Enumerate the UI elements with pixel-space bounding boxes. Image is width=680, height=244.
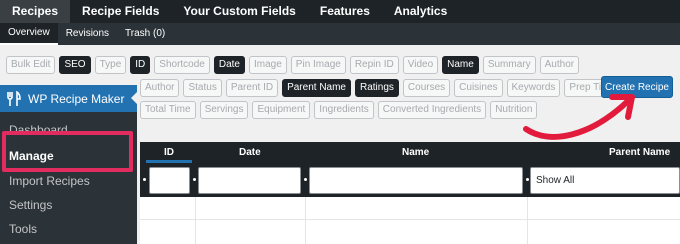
row-dot [143, 178, 146, 181]
column-divider [527, 197, 528, 244]
column-header-parent-name[interactable]: Parent Name [609, 142, 670, 164]
column-toggle-author[interactable]: Author [539, 56, 580, 74]
tab-recipe-fields[interactable]: Recipe Fields [70, 0, 171, 23]
column-toggle-parent-id[interactable]: Parent ID [225, 79, 279, 97]
sort-indicator [146, 160, 192, 163]
column-toggle-date[interactable]: Date [213, 56, 245, 74]
column-divider [195, 197, 196, 244]
column-toggle-equipment[interactable]: Equipment [252, 101, 311, 119]
column-toggle-seo[interactable]: SEO [59, 56, 91, 74]
id-filter-input[interactable] [149, 167, 190, 194]
column-toggle-shortcode[interactable]: Shortcode [154, 56, 210, 74]
row-dot [304, 178, 307, 181]
column-toggle-image[interactable]: Image [249, 56, 287, 74]
plugin-title: WP Recipe Maker [28, 91, 125, 106]
date-filter-input[interactable] [198, 167, 301, 194]
subtab-overview[interactable]: Overview [0, 23, 58, 45]
current-menu-arrow [131, 91, 138, 105]
column-toggle-author[interactable]: Author [140, 79, 180, 97]
column-header-date[interactable]: Date [239, 142, 261, 164]
subtab-revisions[interactable]: Revisions [58, 23, 117, 45]
column-header-name[interactable]: Name [402, 142, 429, 164]
column-toggle-converted-ingredients[interactable]: Converted Ingredients [377, 101, 487, 119]
column-toggle-bulk-edit[interactable]: Bulk Edit [6, 56, 56, 74]
subtab-trash[interactable]: Trash (0) [117, 23, 173, 45]
filter-row: Show All [140, 164, 680, 197]
recipes-table: ID Date Name Parent Name Show All [140, 142, 680, 244]
column-toggle-ingredients[interactable]: Ingredients [314, 101, 374, 119]
name-filter-input[interactable] [309, 167, 523, 194]
tab-recipes[interactable]: Recipes [0, 0, 71, 23]
column-toggle-courses[interactable]: Courses [402, 79, 451, 97]
sidebar-item-settings[interactable]: Settings [9, 198, 52, 212]
column-toggle-cuisines[interactable]: Cuisines [454, 79, 503, 97]
table-header: ID Date Name Parent Name [140, 142, 680, 164]
column-divider [305, 197, 306, 244]
row-dot [193, 178, 196, 181]
column-toggle-pin-image[interactable]: Pin Image [290, 56, 346, 74]
top-nav: Recipes Recipe Fields Your Custom Fields… [0, 0, 680, 23]
column-toggle-name[interactable]: Name [442, 56, 479, 74]
row-divider [140, 219, 680, 220]
row-dot [526, 178, 529, 181]
column-toggle-summary[interactable]: Summary [482, 56, 536, 74]
parent-name-filter-select[interactable]: Show All [530, 167, 680, 194]
sub-nav: Overview Revisions Trash (0) [0, 23, 680, 45]
manage-highlight-box [2, 131, 133, 172]
column-toggle-video[interactable]: Video [402, 56, 439, 74]
column-toggle-total-time[interactable]: Total Time [140, 101, 196, 119]
column-toggle-ratings[interactable]: Ratings [355, 79, 399, 97]
column-toggle-servings[interactable]: Servings [199, 101, 249, 119]
sidebar-plugin-header[interactable]: WP Recipe Maker [0, 85, 138, 112]
column-toggles-row-3: Total Time Servings Equipment Ingredients Co… [140, 101, 538, 119]
red-arrow-annotation [523, 94, 635, 140]
fork-knife-icon [6, 90, 22, 107]
sidebar-item-tools[interactable]: Tools [9, 222, 37, 236]
column-toggle-status[interactable]: Status [183, 79, 222, 97]
column-toggle-parent-name[interactable]: Parent Name [282, 79, 351, 97]
table-body [140, 197, 680, 244]
column-toggle-id[interactable]: ID [130, 56, 151, 74]
column-toggles-row-1: Bulk Edit SEO Type ID Shortcode Date Image Pin … [6, 56, 580, 74]
sidebar-item-import-recipes[interactable]: Import Recipes [9, 174, 90, 188]
tab-custom-fields[interactable]: Your Custom Fields [171, 0, 307, 23]
tab-analytics[interactable]: Analytics [382, 0, 459, 23]
tab-features[interactable]: Features [308, 0, 382, 23]
column-toggle-repin-id[interactable]: Repin ID [349, 56, 399, 74]
column-toggle-type[interactable]: Type [94, 56, 127, 74]
